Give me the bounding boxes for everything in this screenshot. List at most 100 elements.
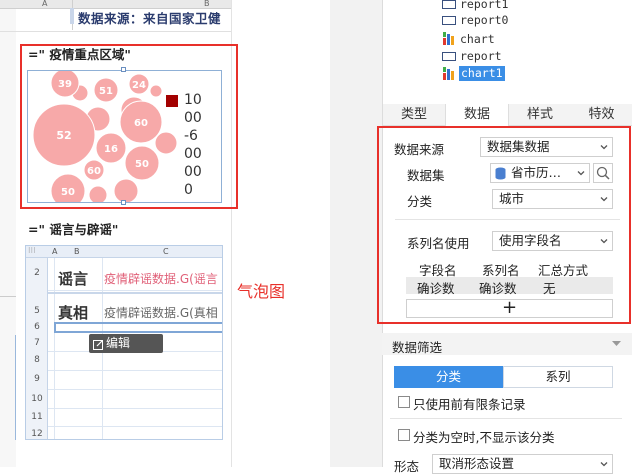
bubble-label: 60 — [134, 118, 148, 129]
chevron-down-icon — [577, 171, 585, 176]
panel-divider — [0, 296, 16, 297]
report-icon — [442, 16, 456, 25]
selected-cell[interactable] — [54, 322, 222, 333]
grid-col-line — [54, 258, 55, 439]
table-row[interactable]: 确诊数 确诊数 无 — [406, 277, 613, 296]
row-line — [48, 389, 222, 390]
tab-style[interactable]: 样式 — [509, 104, 571, 126]
edit-icon — [93, 337, 104, 350]
dataset-select[interactable]: 省市历… — [490, 163, 590, 183]
legend-line: 10 — [184, 92, 202, 108]
property-tabs: 类型 数据 样式 特效 — [383, 104, 632, 127]
bubble — [154, 131, 178, 155]
filter-title: 数据筛选 — [392, 340, 443, 355]
search-icon — [596, 166, 610, 180]
resize-handle-top[interactable] — [121, 67, 126, 72]
row-number: 2 — [34, 268, 40, 278]
row-number: 5 — [34, 306, 40, 316]
tree-item-label: report0 — [460, 13, 509, 27]
row-number: 10 — [31, 394, 43, 404]
only-first-label: 只使用前有限条记录 — [413, 397, 526, 412]
resize-handle-bottom[interactable] — [121, 200, 126, 205]
tree-item-label: report1 — [460, 0, 509, 11]
tree-item-label: report — [460, 49, 502, 63]
shape-select[interactable]: 取消形态设置 — [432, 454, 613, 474]
row-number: 7 — [34, 338, 40, 348]
row-number: 9 — [34, 374, 40, 384]
database-icon — [495, 167, 506, 180]
data-source-label: 数据来源 — [394, 142, 445, 157]
dataset-search-button[interactable] — [593, 163, 613, 183]
data-source-text: 数据来源：来自国家卫健 — [78, 11, 222, 26]
column-header-b[interactable]: B — [204, 0, 210, 8]
bubble-label: 51 — [99, 86, 113, 97]
row-number: 8 — [34, 355, 40, 365]
bubble-chart-annotation: 气泡图 — [237, 282, 286, 301]
hide-empty-checkbox[interactable] — [398, 429, 410, 441]
shape-value: 取消形态设置 — [439, 456, 515, 471]
category-value: 城市 — [499, 191, 525, 206]
bubble-label: 24 — [132, 80, 146, 91]
side-strip — [0, 335, 16, 440]
chart-icon — [442, 66, 457, 84]
bubble — [88, 185, 108, 202]
dataset-value: 省市历… — [511, 165, 562, 180]
report-icon — [442, 0, 456, 9]
series-name-select[interactable]: 使用字段名 — [492, 231, 613, 251]
tab-type[interactable]: 类型 — [383, 104, 445, 126]
grid-corner-icon: ⁝⁝⁝ — [28, 246, 36, 255]
series-name-value: 使用字段名 — [499, 233, 562, 248]
row-line — [48, 370, 222, 371]
truth-formula-cell[interactable]: 疫情辟谣数据.G(真相 — [104, 304, 218, 321]
legend-line: 00 — [184, 146, 202, 162]
grid-col-b[interactable]: B — [74, 247, 80, 256]
row-number: 6 — [34, 322, 40, 332]
segment-category[interactable]: 分类 — [394, 366, 503, 388]
legend-line: 00 — [184, 110, 202, 126]
collapse-caret-icon — [612, 341, 621, 346]
grid-col-c[interactable]: C — [163, 247, 169, 256]
row-field: 确诊数 — [417, 281, 455, 296]
data-source-select[interactable]: 数据集数据 — [480, 137, 613, 157]
section-divider — [395, 219, 620, 220]
bubble-chart[interactable]: 3951244540605216506050 10 00 -6 00 00 0 — [27, 70, 222, 203]
row-line — [0, 31, 231, 32]
only-first-checkbox[interactable] — [398, 396, 410, 408]
row-line — [48, 426, 222, 427]
bubble-label: 50 — [61, 187, 75, 198]
category-label: 分类 — [407, 194, 433, 209]
legend-line: 0 — [184, 182, 193, 198]
legend-swatch — [166, 95, 178, 107]
filter-header[interactable]: 数据筛选 — [382, 333, 632, 355]
section-divider — [390, 418, 622, 419]
bubble-label: 39 — [58, 79, 72, 90]
rumor-formula-cell[interactable]: 疫情辟谣数据.G(谣言 — [104, 270, 218, 287]
chevron-down-icon — [600, 239, 608, 244]
rumor-label-cell[interactable]: 谣言 — [58, 268, 88, 289]
hide-empty-label: 分类为空时,不显示该分类 — [413, 430, 555, 445]
row-number: 12 — [31, 429, 43, 439]
chart2-title: =" 谣言与辟谣" — [28, 222, 119, 237]
row-line — [48, 292, 222, 294]
chevron-down-icon — [600, 145, 608, 150]
grid-col-a[interactable]: A — [52, 247, 57, 256]
bubble-label: 16 — [104, 144, 118, 155]
edit-button[interactable]: 编辑 — [89, 334, 163, 353]
tree-item-label: chart — [460, 32, 495, 46]
row-series: 确诊数 — [479, 281, 517, 296]
add-series-button[interactable]: + — [406, 299, 613, 318]
legend-text: 10 00 -6 00 00 0 — [184, 91, 202, 199]
series-name-label: 系列名使用 — [407, 236, 470, 251]
chart-icon — [442, 31, 457, 49]
legend-line: -6 — [184, 128, 198, 144]
column-header-a[interactable]: A — [42, 0, 47, 8]
report-icon — [442, 52, 456, 61]
data-source-value: 数据集数据 — [487, 139, 550, 154]
tab-effect[interactable]: 特效 — [571, 104, 632, 126]
edit-label: 编辑 — [106, 336, 131, 350]
segment-series[interactable]: 系列 — [503, 366, 613, 388]
category-select[interactable]: 城市 — [492, 189, 613, 209]
tab-data[interactable]: 数据 — [445, 104, 509, 127]
truth-label-cell[interactable]: 真相 — [58, 302, 88, 323]
bubble-label: 60 — [87, 166, 101, 177]
